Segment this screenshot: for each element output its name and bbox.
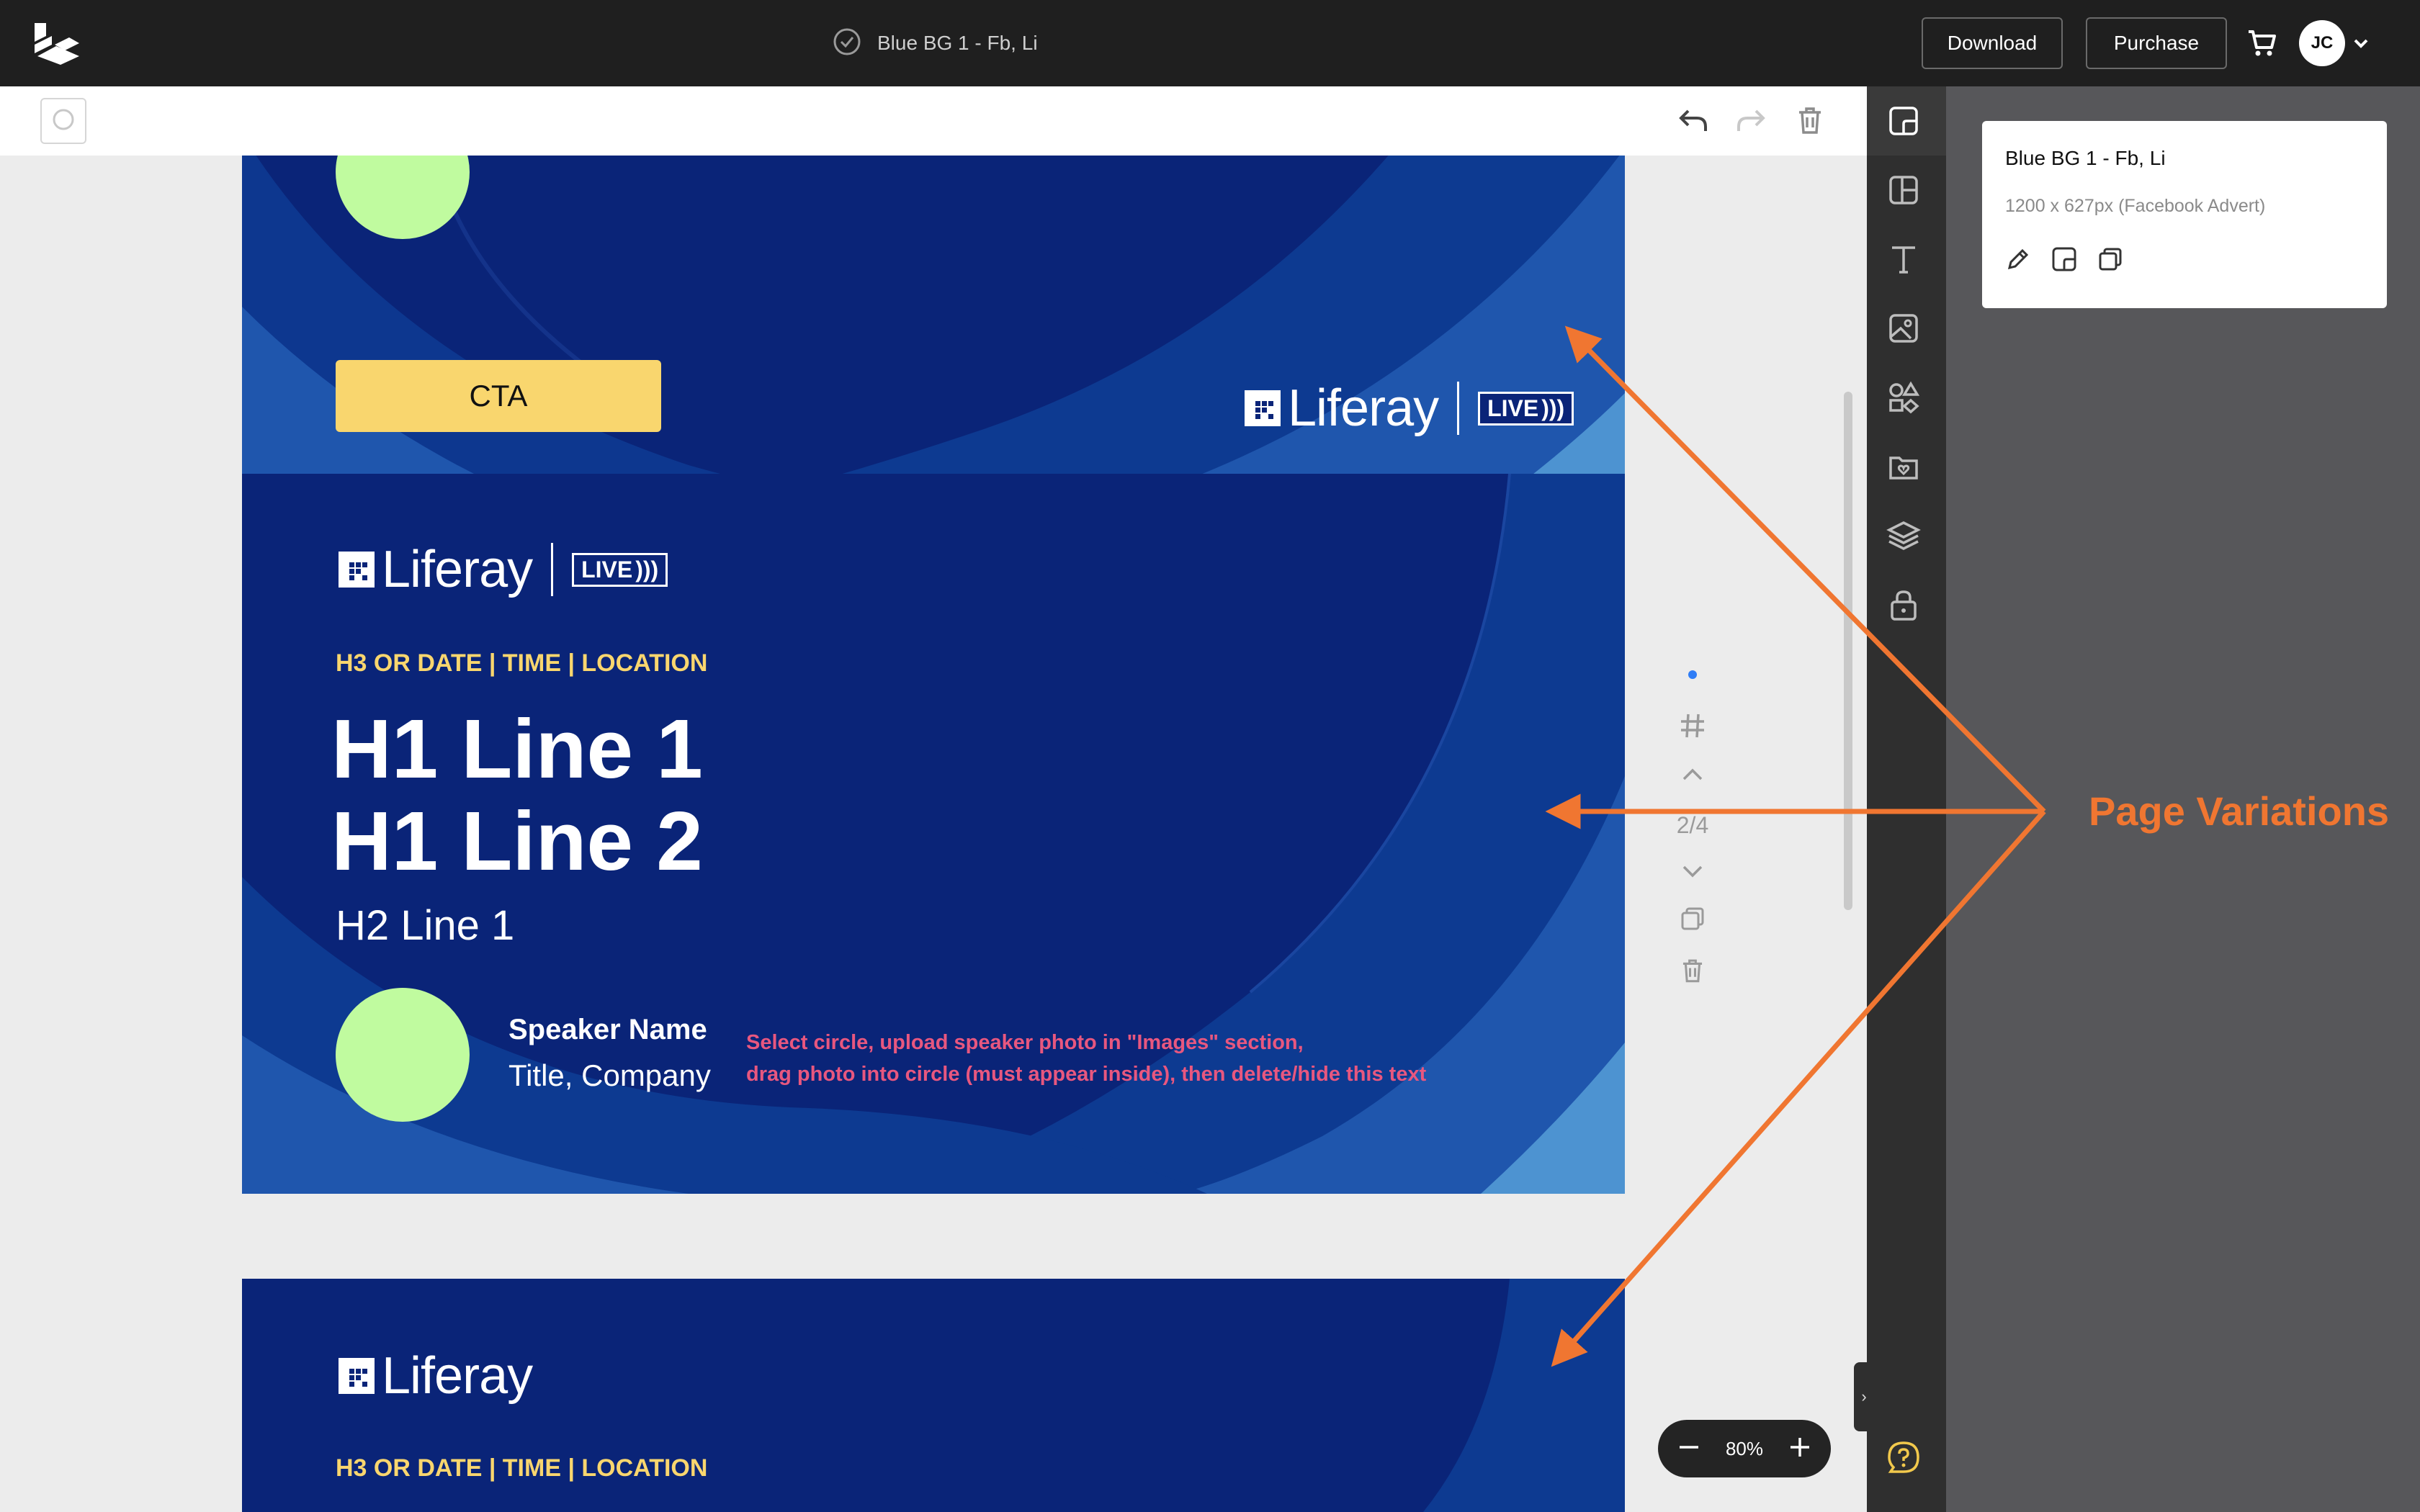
- page-variations-annotation: Page Variations: [2089, 788, 2390, 834]
- arrow-to-page-1: [1564, 325, 2046, 814]
- annotation-arrows: [1545, 325, 2046, 1367]
- arrow-to-page-3: [1551, 809, 2046, 1367]
